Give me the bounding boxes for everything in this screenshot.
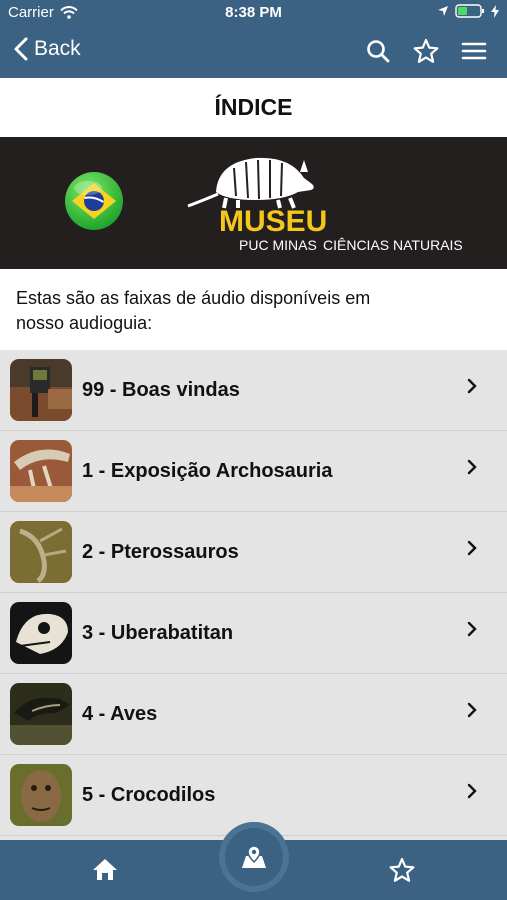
- status-right: [437, 4, 499, 18]
- favorites-button[interactable]: [413, 38, 439, 64]
- logo-sub-puc: PUC MINAS: [239, 237, 317, 253]
- track-row-pterossauros[interactable]: 2 - Pterossauros: [0, 512, 507, 593]
- track-label: 1 - Exposição Archosauria: [82, 459, 333, 482]
- track-label: 2 - Pterossauros: [82, 540, 239, 563]
- track-row-boas-vindas[interactable]: 99 - Boas vindas: [0, 350, 507, 431]
- back-button[interactable]: Back: [14, 37, 81, 61]
- thumbnail-aves-icon: [10, 683, 72, 745]
- track-row-aves[interactable]: 4 - Aves: [0, 674, 507, 755]
- thumbnail-pterosaur-icon: [10, 521, 72, 583]
- search-icon: [367, 40, 390, 63]
- map-button[interactable]: [219, 822, 289, 892]
- thumbnail-crocodile-icon: [10, 764, 72, 826]
- track-label: 99 - Boas vindas: [82, 378, 240, 401]
- battery-icon: [455, 4, 484, 18]
- brazil-flag-icon[interactable]: [64, 171, 124, 231]
- hamburger-menu-icon: [461, 42, 487, 60]
- thumbnail-uberabatitan-icon: [10, 602, 72, 664]
- clock: 8:38 PM: [225, 4, 282, 21]
- nav-actions: [365, 38, 487, 64]
- status-bar: Carrier 8:38 PM: [0, 0, 507, 26]
- search-button[interactable]: [365, 38, 391, 64]
- track-row-archosauria[interactable]: 1 - Exposição Archosauria: [0, 431, 507, 512]
- title-bar: ÍNDICE: [0, 78, 507, 137]
- chevron-right-icon: [467, 702, 477, 718]
- track-label: 5 - Crocodilos: [82, 783, 216, 806]
- charging-bolt-icon: [491, 4, 499, 18]
- track-label: 4 - Aves: [82, 702, 158, 725]
- favorites-tab-icon[interactable]: [389, 857, 415, 883]
- location-arrow-icon: [438, 6, 448, 16]
- thumbnail-archosauria-icon: [10, 440, 72, 502]
- navigation-bar: Back: [0, 26, 507, 78]
- thumbnail-welcome-icon: [10, 359, 72, 421]
- armadillo-logo-icon: [187, 157, 314, 209]
- intro-section: Estas são as faixas de áudio disponíveis…: [0, 269, 507, 350]
- chevron-right-icon: [467, 783, 477, 799]
- star-icon: [413, 38, 439, 63]
- page-title: ÍNDICE: [214, 94, 293, 120]
- chevron-left-icon: [14, 37, 28, 61]
- chevron-right-icon: [467, 540, 477, 556]
- home-tab-icon[interactable]: [92, 857, 118, 881]
- logo-sub-ciencias: CIÊNCIAS NATURAIS: [323, 237, 463, 253]
- chevron-right-icon: [467, 378, 477, 394]
- track-row-uberabatitan[interactable]: 3 - Uberabatitan: [0, 593, 507, 674]
- logo-main-text: MUSEU: [219, 205, 328, 238]
- back-label: Back: [34, 37, 81, 60]
- chevron-right-icon: [467, 459, 477, 475]
- intro-text: Estas são as faixas de áudio disponíveis…: [16, 288, 371, 333]
- map-pin-icon: [242, 845, 266, 868]
- track-list: 99 - Boas vindas 1 - Exposição Archosaur…: [0, 350, 507, 836]
- track-label: 3 - Uberabatitan: [82, 621, 234, 644]
- menu-button[interactable]: [461, 38, 487, 64]
- chevron-right-icon: [467, 621, 477, 637]
